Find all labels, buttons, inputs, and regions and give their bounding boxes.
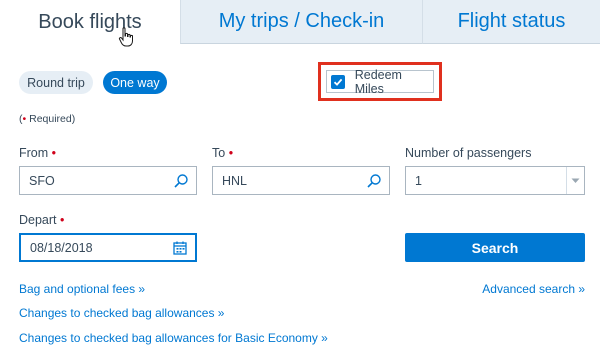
one-way-button[interactable]: One way [103,71,167,94]
search-button-label: Search [471,239,519,256]
passengers-select[interactable]: 1 [405,166,585,195]
magnifier-icon[interactable] [366,173,382,189]
advanced-search-link[interactable]: Advanced search » [482,282,585,296]
basic-economy-bag-link[interactable]: Changes to checked bag allowances for Ba… [19,331,328,345]
from-label: From • [19,146,56,160]
from-required-dot: • [51,146,57,160]
tab-book-flights[interactable]: Book flights [0,0,180,44]
from-value: SFO [29,173,55,188]
depart-required-dot: • [60,213,65,227]
magnifier-icon[interactable] [173,173,189,189]
required-note: (• Required) [19,113,75,125]
from-label-text: From [19,146,49,160]
depart-label-text: Depart [19,213,57,227]
bag-fees-link[interactable]: Bag and optional fees » [19,282,145,296]
redeem-miles-checkbox[interactable] [331,74,345,89]
to-label-text: To [212,146,226,160]
to-required-dot: • [228,146,234,160]
hand-pointer-icon [118,27,133,47]
to-input[interactable]: HNL [212,166,390,195]
from-input[interactable]: SFO [19,166,197,195]
round-trip-button[interactable]: Round trip [19,71,93,94]
passengers-label-text: Number of passengers [405,146,532,160]
depart-label: Depart • [19,213,64,227]
depart-value: 08/18/2018 [30,240,93,255]
search-button[interactable]: Search [405,233,585,262]
to-label: To • [212,146,233,160]
checked-bag-changes-link[interactable]: Changes to checked bag allowances » [19,306,224,320]
checkmark-icon [333,78,343,86]
tab-my-trips[interactable]: My trips / Check-in [180,0,422,44]
one-way-label: One way [110,75,160,90]
redeem-miles-highlight: Redeem Miles [318,62,442,101]
to-value: HNL [222,173,248,188]
required-note-text: Required) [26,113,76,125]
redeem-miles-label: Redeem Miles [354,67,402,96]
passengers-select-button[interactable] [566,167,584,194]
calendar-icon[interactable] [172,240,188,256]
tab-my-trips-label: My trips / Check-in [218,10,385,32]
redeem-miles-checkbox-container[interactable]: Redeem Miles [326,67,434,96]
tab-flight-status-label: Flight status [457,10,566,32]
round-trip-label: Round trip [27,75,85,90]
passengers-label: Number of passengers [405,146,531,160]
passengers-value: 1 [415,173,422,188]
chevron-down-icon [571,178,580,183]
depart-date-input[interactable]: 08/18/2018 [19,233,197,262]
tab-flight-status[interactable]: Flight status [422,0,600,44]
tab-bar: Book flights My trips / Check-in Flight … [0,0,600,44]
